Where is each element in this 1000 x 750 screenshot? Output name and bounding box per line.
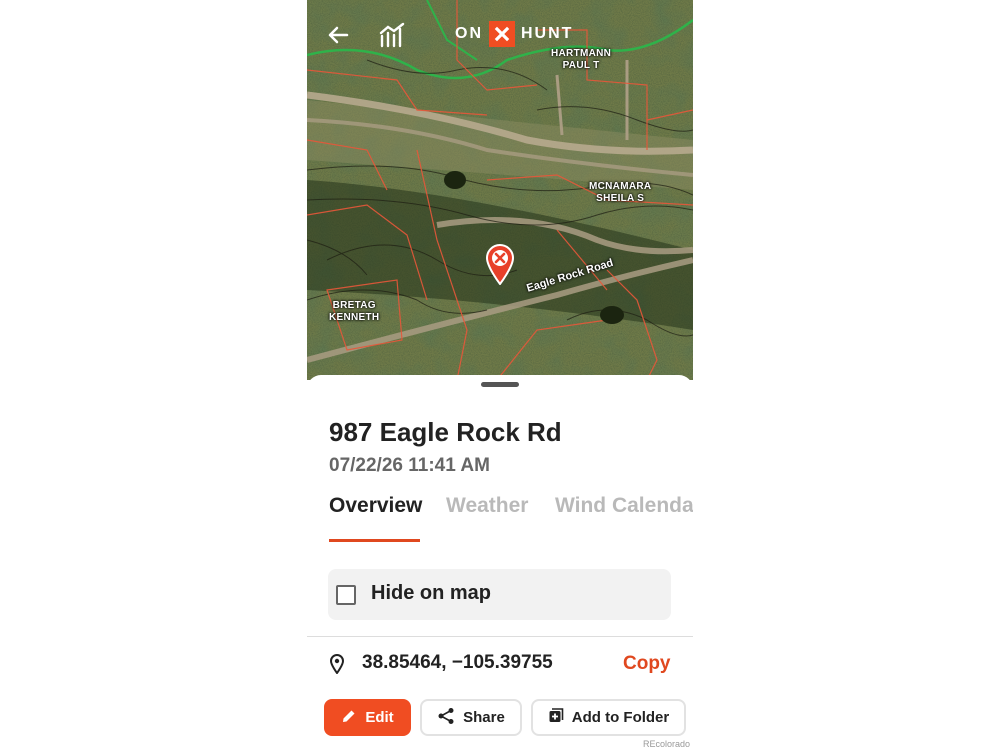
copy-coordinates-button[interactable]: Copy [623,653,671,675]
owner-label-hartmann[interactable]: HARTMANN PAUL T [551,48,611,72]
waypoint-detail-sheet: 987 Eagle Rock Rd 07/22/26 11:41 AM Over… [307,375,693,750]
onx-hunt-logo: ON HUNT [455,20,573,48]
tab-bar: Overview Weather Wind Calendar [329,494,693,544]
phone-screen: ON HUNT HARTMANN PAUL T MCNAMARA SHEILA … [307,0,693,750]
waypoint-datetime: 07/22/26 11:41 AM [329,455,490,476]
add-to-folder-button[interactable]: Add to Folder [531,699,686,736]
add-folder-icon [548,707,564,728]
logo-left-word: ON [455,25,483,42]
owner-line1: HARTMANN [551,48,612,59]
owner-line2: KENNETH [329,312,380,323]
tab-weather[interactable]: Weather [446,494,528,518]
logo-right-word: HUNT [521,25,574,42]
owner-label-bretag[interactable]: BRETAG KENNETH [329,300,379,324]
map-view[interactable]: ON HUNT HARTMANN PAUL T MCNAMARA SHEILA … [307,0,693,380]
pencil-icon [341,708,357,728]
share-icon [437,707,455,729]
owner-line2: SHEILA S [596,193,645,204]
arrow-left-icon [327,24,349,46]
owner-line1: BRETAG [332,300,376,311]
tab-overview[interactable]: Overview [329,494,422,518]
divider [307,636,693,637]
logo-x-mark [489,21,515,47]
coordinates-text: 38.85464, −105.39755 [362,652,553,673]
add-to-folder-label: Add to Folder [571,709,670,726]
chart-icon [378,22,406,48]
chart-button[interactable] [375,18,409,52]
waypoint-pin-icon[interactable] [484,243,516,285]
location-pin-icon [329,654,345,675]
edit-button[interactable]: Edit [324,699,411,736]
hide-on-map-checkbox[interactable] [336,585,356,605]
owner-line1: MCNAMARA [589,181,652,192]
tab-wind-calendar[interactable]: Wind Calendar [555,494,693,518]
back-button[interactable] [321,18,355,52]
share-button[interactable]: Share [420,699,522,736]
share-label: Share [463,709,505,726]
edit-label: Edit [365,709,394,726]
active-tab-indicator [329,539,420,542]
hide-on-map-row[interactable]: Hide on map [328,569,671,620]
hide-on-map-label: Hide on map [371,582,492,604]
owner-line2: PAUL T [562,60,600,71]
sheet-drag-handle[interactable] [481,382,519,387]
owner-label-mcnamara[interactable]: MCNAMARA SHEILA S [589,181,651,205]
waypoint-title: 987 Eagle Rock Rd [329,417,562,447]
listing-credit: REcolorado [643,739,691,749]
